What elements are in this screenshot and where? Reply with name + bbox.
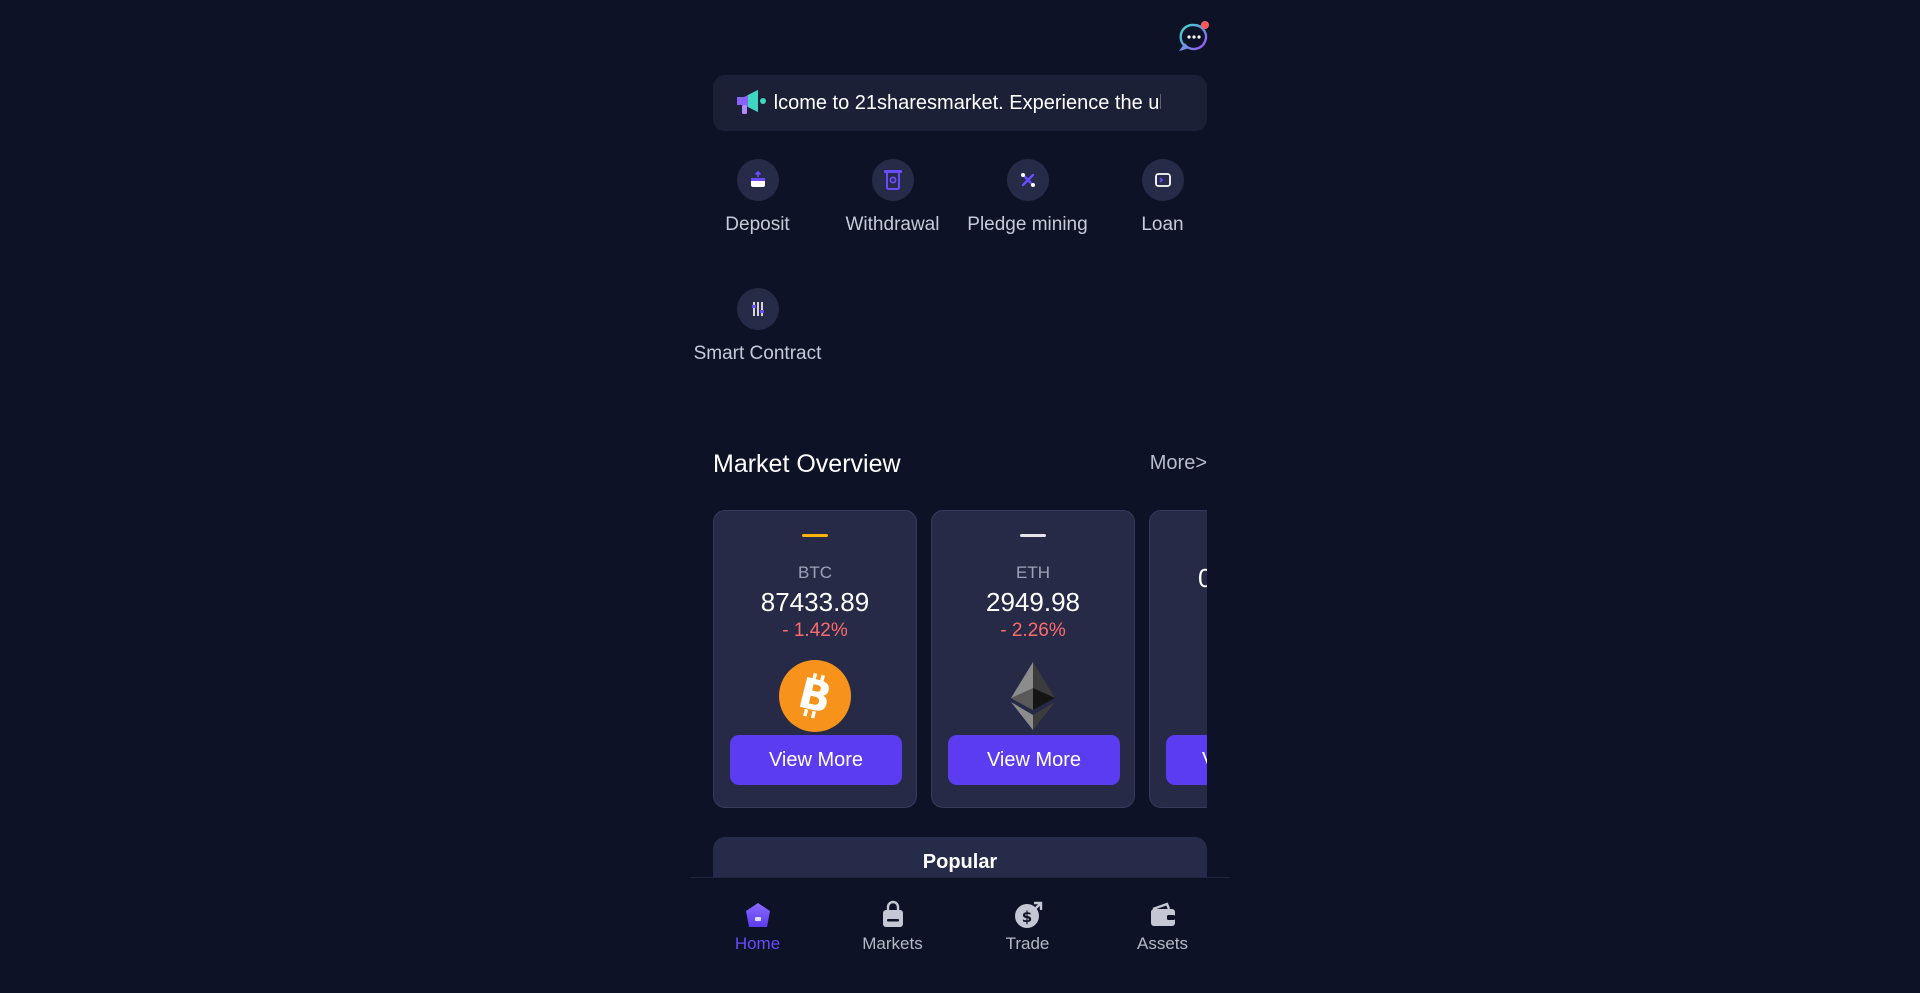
quick-action-withdrawal[interactable]: Withdrawal — [825, 159, 960, 237]
announcement-bar[interactable]: Welcome to 21sharesmarket. Experience th… — [713, 75, 1207, 131]
quick-action-smart-contract[interactable]: Smart Contract — [690, 288, 825, 366]
quick-action-pledge-mining[interactable]: Pledge mining — [960, 159, 1095, 237]
view-more-button[interactable]: View More — [730, 735, 902, 785]
nav-label: Home — [734, 934, 781, 953]
market-card-eth[interactable]: ETH 2949.98 - 2.26% View More — [931, 510, 1135, 808]
home-icon — [743, 900, 773, 930]
quick-action-label: Pledge mining — [967, 214, 1088, 235]
markets-icon — [878, 900, 908, 930]
card-change: - 2.26% — [1000, 620, 1066, 641]
nav-label: Trade — [1005, 934, 1050, 953]
view-more-button[interactable]: V — [1166, 735, 1207, 785]
quick-action-label: Withdrawal — [845, 214, 940, 235]
app-root: Welcome to 21sharesmarket. Experience th… — [690, 0, 1230, 993]
bitcoin-logo-icon: B — [779, 660, 851, 732]
nav-trade[interactable]: $ Trade — [960, 900, 1095, 954]
deposit-icon — [736, 159, 779, 201]
market-card-partial[interactable]: 0 V — [1149, 510, 1207, 808]
quick-action-label: Deposit — [725, 214, 790, 235]
wallet-icon — [1148, 900, 1178, 930]
card-symbol: ETH — [1016, 563, 1050, 582]
trade-icon: $ — [1013, 900, 1043, 930]
quick-action-label: Loan — [1141, 214, 1184, 235]
loan-icon — [1141, 159, 1184, 201]
bottom-nav: Home Markets $ Trade Assets — [690, 877, 1230, 993]
announcement-marquee: Welcome to 21sharesmarket. Experience th… — [775, 92, 1161, 115]
card-change: - 1.42% — [782, 620, 848, 641]
megaphone-icon — [733, 85, 769, 121]
nav-label: Markets — [862, 934, 923, 953]
market-more-link[interactable]: More> — [1150, 452, 1207, 475]
chat-button[interactable] — [1178, 21, 1210, 53]
quick-action-loan[interactable]: Loan — [1095, 159, 1230, 237]
withdrawal-icon — [871, 159, 914, 201]
nav-label: Assets — [1136, 934, 1189, 953]
nav-home[interactable]: Home — [690, 900, 825, 954]
card-symbol: BTC — [798, 563, 832, 582]
svg-text:$: $ — [1021, 908, 1031, 926]
market-overview-title: Market Overview — [713, 450, 901, 478]
quick-action-label: Smart Contract — [693, 343, 822, 364]
notification-dot — [1201, 21, 1209, 29]
smart-contract-icon — [736, 288, 779, 330]
announcement-text: Welcome to 21sharesmarket. Experience th… — [775, 91, 1161, 114]
market-card-btc[interactable]: BTC 87433.89 - 1.42% B View More — [713, 510, 917, 808]
nav-assets[interactable]: Assets — [1095, 900, 1230, 954]
pledge-mining-icon — [1006, 159, 1049, 201]
quick-action-deposit[interactable]: Deposit — [690, 159, 825, 237]
card-accent-line — [1020, 534, 1046, 537]
card-price: 2949.98 — [986, 587, 1080, 617]
view-more-button[interactable]: View More — [948, 735, 1120, 785]
card-price: 87433.89 — [760, 587, 870, 617]
ethereum-logo-icon — [997, 660, 1069, 732]
popular-tab[interactable]: Popular — [713, 837, 1207, 877]
card-accent-line — [802, 534, 828, 537]
nav-markets[interactable]: Markets — [825, 900, 960, 954]
market-cards-carousel[interactable]: BTC 87433.89 - 1.42% B View More ETH 294… — [713, 510, 1207, 808]
card-price: 0 — [1198, 563, 1207, 593]
